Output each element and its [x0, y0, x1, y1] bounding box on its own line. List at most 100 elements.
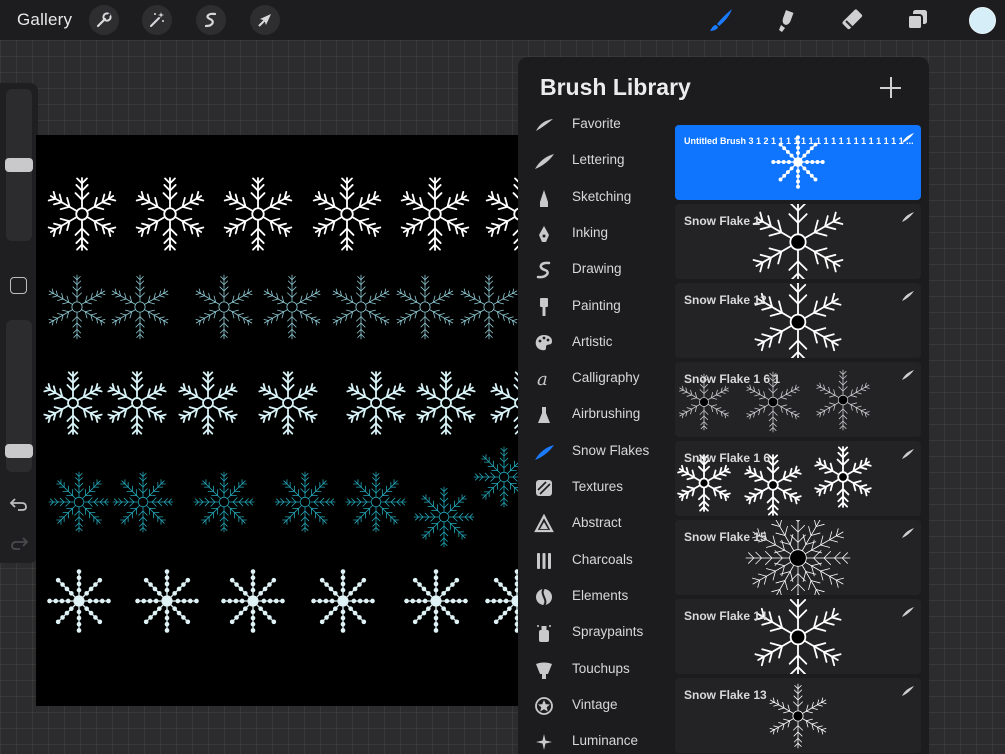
category-favorite[interactable]: Favorite: [528, 111, 668, 141]
category-label: Abstract: [572, 515, 622, 531]
drawing-canvas[interactable]: [36, 135, 520, 706]
canvas-snowflake: [135, 177, 205, 251]
canvas-snowflake: [135, 569, 199, 633]
wrench-icon[interactable]: [89, 5, 119, 35]
layers-icon[interactable]: [904, 7, 930, 33]
category-label: Textures: [572, 479, 624, 494]
brush-size-slider-thumb[interactable]: [5, 158, 33, 172]
painting-icon: [540, 297, 548, 316]
brush-stroke-icon: [902, 291, 914, 301]
inking-icon: [539, 225, 549, 242]
canvas-snowflake: [47, 569, 111, 633]
category-label: Snow Flakes: [572, 442, 650, 458]
spraypaints-icon: [537, 625, 551, 643]
modify-square-icon[interactable]: [10, 277, 27, 294]
brush-library-title: Brush Library: [540, 74, 691, 100]
brush-item[interactable]: Untitled Brush 3 1 2 1 1 1 1 1 1 1 1 1 1…: [675, 125, 921, 200]
canvas-snowflake: [112, 471, 174, 533]
canvas-snowflake: [263, 274, 321, 340]
snow-flakes-icon: [535, 444, 554, 460]
brush-opacity-slider[interactable]: [5, 320, 33, 472]
category-artistic[interactable]: Artistic: [528, 329, 668, 359]
category-painting[interactable]: Painting: [528, 293, 668, 323]
category-snow-flakes[interactable]: Snow Flakes: [528, 438, 668, 468]
undo-icon[interactable]: [9, 496, 29, 512]
category-vintage[interactable]: Vintage: [528, 692, 668, 722]
artistic-icon: [535, 334, 552, 351]
eraser-icon[interactable]: [840, 7, 866, 33]
category-label: Charcoals: [572, 551, 633, 567]
canvas-snowflake: [346, 371, 406, 435]
category-label: Favorite: [572, 116, 621, 131]
selection-s-icon[interactable]: [196, 5, 226, 35]
brush-item[interactable]: Snow Flake 1 6: [675, 441, 921, 516]
brush-item[interactable]: Snow Flake 14: [675, 599, 921, 674]
brush-item[interactable]: Snow Flake 12: [675, 283, 921, 358]
brush-item[interactable]: Snow Flake 1: [675, 204, 921, 279]
category-luminance[interactable]: Luminance: [528, 728, 668, 754]
category-label: Lettering: [572, 152, 625, 168]
canvas-artwork: [43, 177, 520, 633]
canvas-snowflake: [111, 274, 169, 340]
canvas-snowflake: [311, 569, 375, 633]
brush-item[interactable]: Snow Flake 15: [675, 520, 921, 595]
brush-name: Snow Flake 1 6: [684, 451, 771, 465]
category-inking[interactable]: Inking: [528, 220, 668, 250]
category-label: Airbrushing: [572, 406, 641, 422]
canvas-snowflake: [221, 569, 285, 633]
brush-size-slider[interactable]: [5, 89, 33, 241]
top-toolbar: Gallery: [0, 0, 1005, 40]
color-picker-swatch[interactable]: [969, 7, 996, 34]
canvas-snowflake: [413, 486, 475, 548]
brush-item[interactable]: Snow Flake 1 6 1: [675, 362, 921, 437]
category-airbrushing[interactable]: Airbrushing: [528, 401, 668, 431]
canvas-snowflake: [178, 371, 238, 435]
brush-name: Snow Flake 1: [684, 214, 761, 228]
elements-icon: [536, 588, 552, 606]
canvas-snowflake: [258, 371, 318, 435]
canvas-snowflake: [396, 274, 454, 340]
favorite-icon: [536, 119, 553, 131]
category-elements[interactable]: Elements: [528, 583, 668, 613]
brush-name: Snow Flake 13: [684, 688, 767, 702]
redo-icon[interactable]: [9, 535, 29, 551]
gallery-button[interactable]: Gallery: [17, 10, 72, 30]
category-sketching[interactable]: Sketching: [528, 184, 668, 214]
category-charcoals[interactable]: Charcoals: [528, 547, 668, 577]
left-sidebar: [0, 83, 38, 563]
category-label: Touchups: [572, 660, 630, 676]
category-touchups[interactable]: Touchups: [528, 656, 668, 686]
transform-arrow-icon[interactable]: [250, 5, 280, 35]
canvas-snowflake: [460, 274, 518, 340]
brush-icon[interactable]: [708, 7, 734, 33]
canvas-snowflake: [107, 371, 167, 435]
touchups-icon: [536, 662, 552, 679]
canvas-snowflake: [223, 177, 293, 251]
category-textures[interactable]: Textures: [528, 474, 668, 504]
category-abstract[interactable]: Abstract: [528, 510, 668, 540]
category-label: Spraypaints: [572, 624, 644, 640]
category-label: Luminance: [572, 733, 639, 749]
smudge-icon[interactable]: [774, 7, 800, 33]
canvas-snowflake: [416, 371, 476, 435]
brush-item[interactable]: Snow Flake 13: [675, 678, 921, 753]
canvas-snowflake: [490, 371, 520, 435]
brush-name: Snow Flake 1 6 1: [684, 372, 781, 386]
brush-name: Snow Flake 15: [684, 530, 767, 544]
category-spraypaints[interactable]: Spraypaints: [528, 619, 668, 649]
add-brush-button[interactable]: [880, 77, 902, 99]
category-label: Painting: [572, 297, 621, 313]
category-drawing[interactable]: Drawing: [528, 256, 668, 286]
category-calligraphy[interactable]: a Calligraphy: [528, 365, 668, 395]
category-label: Elements: [572, 587, 629, 603]
brush-name: Untitled Brush 3 1 2 1 1 1 1 1 1 1 1 1 1…: [684, 136, 914, 146]
magic-wand-icon[interactable]: [142, 5, 172, 35]
brush-opacity-slider-thumb[interactable]: [5, 444, 33, 458]
charcoals-icon: [537, 552, 551, 569]
canvas-snowflake: [274, 471, 336, 533]
svg-text:a: a: [537, 369, 548, 389]
category-lettering[interactable]: Lettering: [528, 147, 668, 177]
brush-stroke-icon: [902, 607, 914, 617]
category-label: Sketching: [572, 188, 632, 204]
canvas-snowflake: [193, 471, 255, 533]
